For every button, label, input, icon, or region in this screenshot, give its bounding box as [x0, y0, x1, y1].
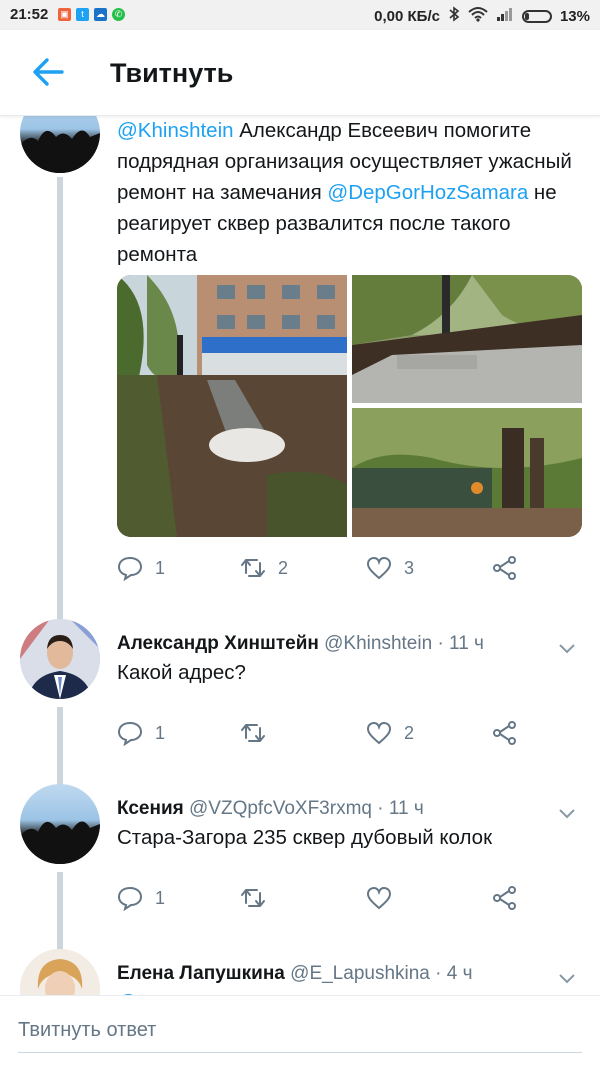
twitter-icon: t — [76, 8, 89, 21]
like-count: 3 — [404, 557, 415, 578]
reply-count: 1 — [155, 557, 166, 578]
tweet-time: · 4 ч — [435, 963, 473, 984]
status-bar: 21:52 ▣ t ☁ ✆ 0,00 КБ/с 13% — [0, 0, 600, 30]
tweet-text: Какой адрес? — [117, 661, 246, 684]
mention-link[interactable]: @DepGorHozSamara — [117, 987, 587, 995]
tweet-actions: 1 2 3 — [117, 555, 537, 585]
notification-icons: ▣ t ☁ ✆ — [58, 8, 125, 21]
photo-building-dirt-path[interactable] — [117, 275, 347, 537]
reply-icon — [117, 556, 143, 581]
retweet-icon — [241, 559, 265, 577]
tweet-header: Александр Хинштейн @Khinshtein · 11 ч — [117, 633, 587, 655]
signal-icon — [496, 7, 514, 25]
thread-timeline[interactable]: @Khinshtein Александр Евсеевич помогите … — [0, 115, 600, 995]
tweet-photos — [117, 275, 582, 537]
reply-icon — [117, 886, 143, 911]
status-right: 0,00 КБ/с 13% — [374, 6, 590, 26]
author-handle: @VZQpfcVoXF3rxmq — [189, 798, 372, 819]
mention-link[interactable]: @Khinshtein — [117, 119, 234, 142]
tweet-header: Елена Лапушкина @E_Lapushkina · 4 ч — [117, 963, 587, 985]
back-button[interactable] — [28, 52, 68, 92]
battery-icon — [521, 9, 552, 23]
chevron-down-icon[interactable] — [558, 808, 576, 820]
avatar[interactable] — [20, 949, 100, 995]
author-name[interactable]: Елена Лапушкина — [117, 963, 285, 984]
avatar[interactable] — [20, 784, 100, 864]
like-count: 2 — [404, 722, 415, 743]
tweet-body: Ксения @VZQpfcVoXF3rxmq · 11 ч Стара-Заг… — [117, 798, 587, 853]
heart-icon — [366, 721, 392, 745]
tweet-body: Елена Лапушкина @E_Lapushkina · 4 ч @Dep… — [117, 963, 587, 995]
bluetooth-icon — [448, 6, 460, 26]
heart-icon — [366, 556, 392, 580]
tweet-body: Александр Хинштейн @Khinshtein · 11 ч Ка… — [117, 633, 587, 688]
tweet-actions: 1 — [117, 885, 537, 915]
retweet-icon — [241, 724, 265, 742]
battery-level: 13% — [559, 7, 590, 25]
reply-button[interactable]: 1 — [117, 720, 165, 746]
tweet-header: Ксения @VZQpfcVoXF3rxmq · 11 ч — [117, 798, 587, 820]
author-handle: @Khinshtein — [324, 633, 433, 654]
share-icon — [493, 721, 516, 745]
network-speed: 0,00 КБ/с — [374, 7, 440, 25]
retweet-button[interactable] — [240, 885, 278, 911]
retweet-icon — [241, 889, 265, 907]
reply-count: 1 — [155, 887, 166, 908]
thread-line — [57, 177, 63, 672]
like-button[interactable]: 3 — [366, 555, 414, 581]
tweet-time: · 11 ч — [437, 633, 484, 654]
reply-button[interactable]: 1 — [117, 555, 165, 581]
tweet-actions: 1 2 — [117, 720, 537, 750]
retweet-count: 2 — [278, 557, 289, 578]
tweet-time: · 11 ч — [377, 798, 424, 819]
author-name[interactable]: Ксения — [117, 798, 184, 819]
like-button[interactable] — [366, 885, 404, 911]
cloud-icon: ☁ — [94, 8, 107, 21]
avatar[interactable] — [20, 619, 100, 699]
sim-icon: ▣ — [58, 8, 71, 21]
reply-count: 1 — [155, 722, 166, 743]
share-icon — [493, 556, 516, 580]
share-button[interactable] — [492, 885, 518, 911]
app-bar: Твитнуть — [0, 30, 600, 116]
heart-icon — [366, 886, 392, 910]
reply-composer: Твитнуть ответ — [0, 995, 600, 1067]
wifi-icon — [468, 6, 488, 26]
status-time: 21:52 — [10, 6, 49, 23]
arrow-left-icon — [33, 58, 64, 86]
author-name[interactable]: Александр Хинштейн — [117, 633, 319, 654]
chevron-down-icon[interactable] — [558, 973, 576, 985]
reply-button[interactable]: 1 — [117, 885, 165, 911]
mention-link[interactable]: @DepGorHozSamara — [327, 181, 528, 204]
whatsapp-icon: ✆ — [112, 8, 125, 21]
retweet-button[interactable]: 2 — [240, 555, 288, 581]
share-button[interactable] — [492, 720, 518, 746]
page-title: Твитнуть — [110, 58, 234, 88]
retweet-button[interactable] — [240, 720, 278, 746]
share-icon — [493, 886, 516, 910]
reply-icon — [117, 721, 143, 746]
reply-input[interactable]: Твитнуть ответ — [18, 1008, 582, 1053]
share-button[interactable] — [492, 555, 518, 581]
tweet-text: @Khinshtein Александр Евсеевич помогите … — [117, 119, 572, 266]
tweet-text: Стара-Загора 235 сквер дубовый колок — [117, 826, 493, 849]
chevron-down-icon[interactable] — [558, 643, 576, 655]
avatar[interactable] — [20, 115, 100, 173]
photo-willow-sidewalk[interactable] — [352, 275, 582, 403]
author-handle: @E_Lapushkina — [290, 963, 430, 984]
photo-willow-pond[interactable] — [352, 408, 582, 537]
like-button[interactable]: 2 — [366, 720, 414, 746]
